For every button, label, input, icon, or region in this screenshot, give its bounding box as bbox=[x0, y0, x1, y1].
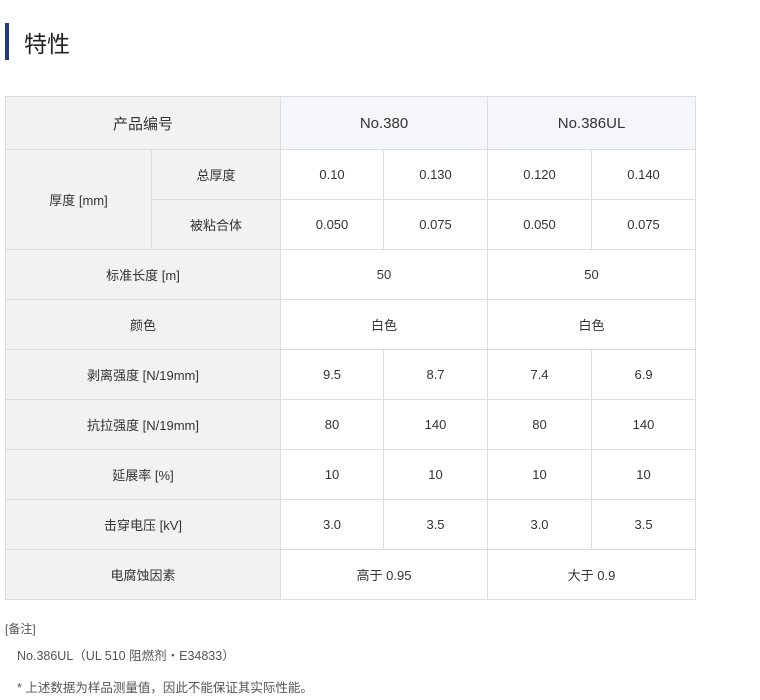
table-row: 标准长度 [m] 50 50 bbox=[4, 249, 697, 300]
table-cell: 3.5 bbox=[383, 499, 489, 550]
table-cell: 白色 bbox=[280, 299, 489, 350]
table-cell: 0.10 bbox=[280, 149, 385, 200]
table-cell: 0.120 bbox=[487, 149, 593, 200]
table-cell: 10 bbox=[383, 449, 489, 500]
remarks-ul-line: No.386UL（UL 510 阻燃剂・E34833） bbox=[17, 649, 235, 663]
table-cell: 6.9 bbox=[591, 349, 697, 400]
product-number-header: 产品编号 bbox=[4, 96, 282, 150]
table-cell: 80 bbox=[280, 399, 385, 450]
table-cell: 白色 bbox=[487, 299, 697, 350]
table-cell: 0.140 bbox=[591, 149, 697, 200]
table-cell: 9.5 bbox=[280, 349, 385, 400]
table-cell: 3.0 bbox=[487, 499, 593, 550]
table-cell: 140 bbox=[383, 399, 489, 450]
elongation-label: 延展率 [%] bbox=[4, 449, 282, 500]
table-cell: 50 bbox=[487, 249, 697, 300]
table-cell: 0.075 bbox=[591, 199, 697, 250]
table-row: 击穿电压 [kV] 3.0 3.5 3.0 3.5 bbox=[4, 499, 697, 550]
remarks-title: [备注] bbox=[5, 622, 36, 636]
total-thickness-label: 总厚度 bbox=[150, 149, 282, 200]
table-cell: 0.130 bbox=[383, 149, 489, 200]
corrosion-factor-label: 电腐蚀因素 bbox=[4, 549, 282, 600]
table-row: 抗拉强度 [N/19mm] 80 140 80 140 bbox=[4, 399, 697, 450]
table-cell: 50 bbox=[280, 249, 489, 300]
table-header-row: 产品编号 No.380 No.386UL bbox=[4, 96, 697, 150]
table-cell: 10 bbox=[280, 449, 385, 500]
product-no380-header: No.380 bbox=[280, 96, 489, 150]
tensile-strength-label: 抗拉强度 [N/19mm] bbox=[4, 399, 282, 450]
length-label: 标准长度 [m] bbox=[4, 249, 282, 300]
section-title-bar: 特性 bbox=[5, 23, 70, 60]
peel-strength-label: 剥离强度 [N/19mm] bbox=[4, 349, 282, 400]
table-cell: 8.7 bbox=[383, 349, 489, 400]
page-title: 特性 bbox=[24, 30, 70, 57]
table-cell: 3.5 bbox=[591, 499, 697, 550]
table-cell: 140 bbox=[591, 399, 697, 450]
product-no386ul-header: No.386UL bbox=[487, 96, 697, 150]
table-cell: 0.050 bbox=[487, 199, 593, 250]
table-cell: 高于 0.95 bbox=[280, 549, 489, 600]
table-cell: 80 bbox=[487, 399, 593, 450]
table-cell: 7.4 bbox=[487, 349, 593, 400]
table-cell: 大于 0.9 bbox=[487, 549, 697, 600]
table-cell: 0.050 bbox=[280, 199, 385, 250]
table-cell: 10 bbox=[591, 449, 697, 500]
table-row: 延展率 [%] 10 10 10 10 bbox=[4, 449, 697, 500]
color-label: 颜色 bbox=[4, 299, 282, 350]
adherend-label: 被粘合体 bbox=[150, 199, 282, 250]
table-cell: 0.075 bbox=[383, 199, 489, 250]
table-cell: 3.0 bbox=[280, 499, 385, 550]
table-row: 颜色 白色 白色 bbox=[4, 299, 697, 350]
table-row: 电腐蚀因素 高于 0.95 大于 0.9 bbox=[4, 549, 697, 600]
table-cell: 10 bbox=[487, 449, 593, 500]
remarks-disclaimer: * 上述数据为样品测量值，因此不能保证其实际性能。 bbox=[17, 681, 313, 695]
table-row: 厚度 [mm] 总厚度 0.10 0.130 0.120 0.140 bbox=[5, 149, 697, 250]
table-row: 剥离强度 [N/19mm] 9.5 8.7 7.4 6.9 bbox=[4, 349, 697, 400]
remarks-section: [备注] No.386UL（UL 510 阻燃剂・E34833） * 上述数据为… bbox=[5, 620, 313, 696]
breakdown-voltage-label: 击穿电压 [kV] bbox=[4, 499, 282, 550]
thickness-label: 厚度 [mm] bbox=[5, 149, 152, 250]
properties-table: 产品编号 No.380 No.386UL 厚度 [mm] 总厚度 0.10 0.… bbox=[4, 96, 697, 600]
